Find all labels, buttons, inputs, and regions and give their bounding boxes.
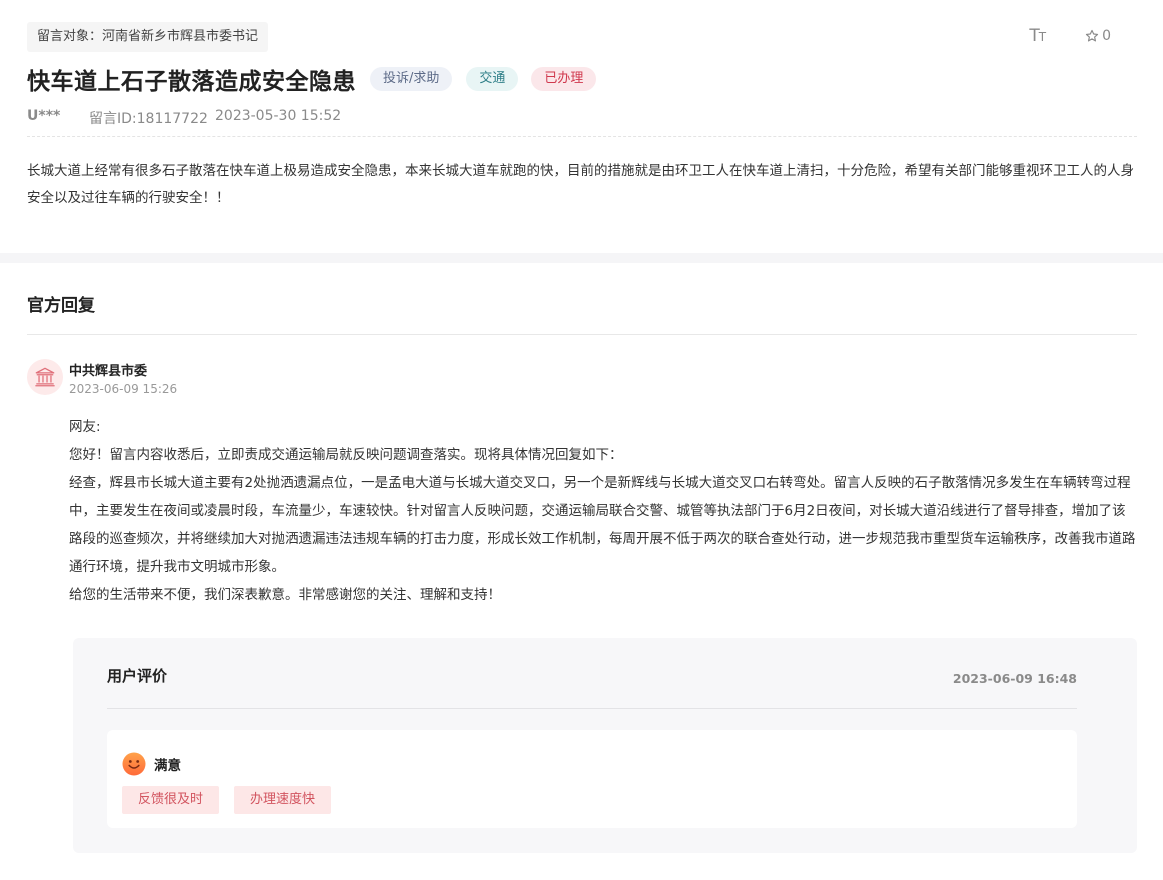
divider [27,136,1137,137]
message-id: 留言ID:18117722 [89,111,208,127]
evaluation-title: 用户评价 [107,667,168,685]
message-meta: U*** 留言ID:18117722 2023-05-30 15:52 [27,108,341,128]
reply-datetime: 2023-06-09 15:26 [69,382,178,396]
divider [107,708,1077,709]
status-badge: 已办理 [531,67,597,91]
evaluation-chip: 反馈很及时 [122,786,220,814]
title-row: 快车道上石子散落造成安全隐患 投诉/求助 交通 已办理 [27,62,597,96]
evaluation-chip: 办理速度快 [234,786,332,814]
category-tag: 投诉/求助 [370,67,453,91]
message-content: 长城大道上经常有很多石子散落在快车道上极易造成安全隐患，本来长城大道车就跑的快，… [27,163,1134,206]
font-size-button[interactable]: TT [1029,26,1046,46]
toolbar: TT 0 [1029,26,1111,46]
recipient-label: 留言对象：河南省新乡市辉县市委书记 [27,22,269,52]
favorite-count: 0 [1102,28,1111,44]
reply-body: 网友: 您好！留言内容收悉后，立即责成交通运输局就反映问题调查落实。现将具体情况… [69,413,1137,609]
page-title: 快车道上石子散落造成安全隐患 [27,69,356,95]
avatar [27,359,63,395]
star-icon [1085,29,1099,42]
font-size-icon: TT [1029,26,1046,46]
reply-heading: 官方回复 [27,296,95,316]
topic-tag: 交通 [466,67,519,91]
author-name: U*** [27,108,61,124]
smile-icon [122,752,146,776]
satisfaction-label: 满意 [154,758,181,774]
government-building-icon [35,367,55,387]
reply-paragraph: 网友: [69,419,101,435]
evaluation-datetime: 2023-06-09 16:48 [952,671,1077,686]
reply-paragraph: 给您的生活带来不便，我们深表歉意。非常感谢您的关注、理解和支持！ [69,587,501,603]
divider [27,334,1137,335]
user-evaluation-panel: 用户评价 2023-06-09 16:48 满意 反馈很及时 办理速度快 [73,638,1137,853]
section-separator [0,253,1163,263]
favorite-button[interactable]: 0 [1085,28,1111,44]
reply-paragraph: 您好！留言内容收悉后，立即责成交通运输局就反映问题调查落实。现将具体情况回复如下… [69,447,623,463]
evaluation-card: 满意 反馈很及时 办理速度快 [107,730,1077,828]
message-section: 留言对象：河南省新乡市辉县市委书记 TT 0 快车道上石子散落造成安全隐患 投诉… [0,0,1163,253]
reply-paragraph: 经查，辉县市长城大道主要有2处抛洒遗漏点位，一是孟电大道与长城大道交叉口，另一个… [69,475,1136,575]
message-datetime: 2023-05-30 15:52 [215,108,342,124]
reply-organization: 中共辉县市委 [69,364,148,379]
